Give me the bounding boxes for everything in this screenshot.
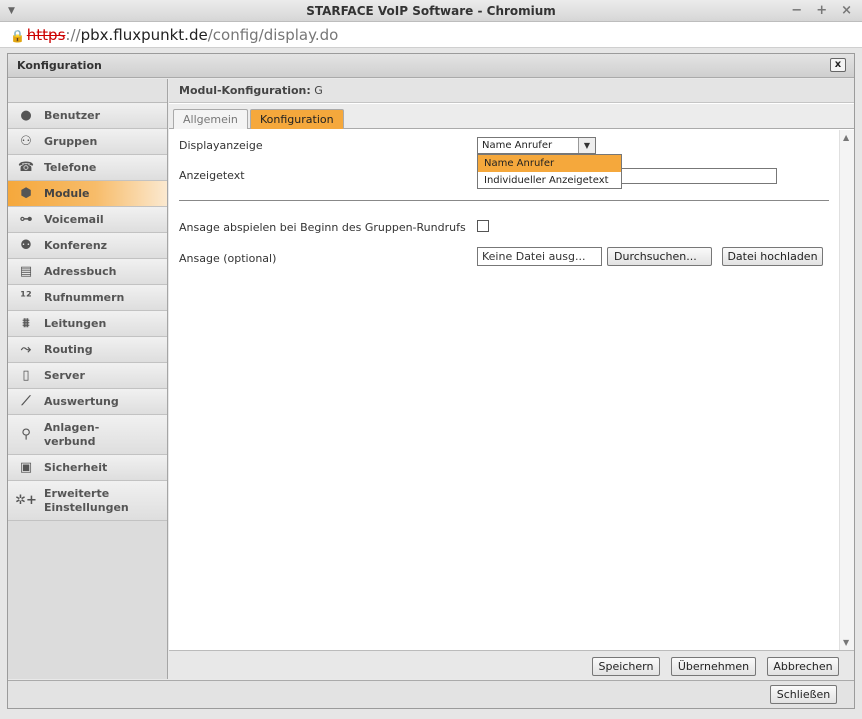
conference-icon: ⚉ [20,238,32,253]
url-path: /config/display.do [207,26,339,44]
url-separator: :// [65,26,81,44]
window-title: STARFACE VoIP Software - Chromium [306,4,556,18]
lock-icon: ▣ [19,460,33,475]
close-button[interactable]: Schließen [770,685,837,704]
announce-checkbox[interactable] [477,220,489,232]
addressbook-icon: ▤ [19,264,33,279]
text-label: Anzeigetext [179,169,245,182]
form-footer: Speichern Übernehmen Abbrechen [169,650,854,679]
user-icon: ● [20,108,32,123]
close-window-icon[interactable]: × [841,0,852,22]
voicemail-icon: ⊶ [19,212,33,227]
phone-icon: ☎ [17,160,35,175]
server-icon: ▯ [22,368,30,383]
divider [179,200,829,201]
window-menu-icon[interactable]: ▼ [8,0,15,22]
browse-button[interactable]: Durchsuchen... [607,247,712,266]
sidebar-item-module[interactable]: ⬢ Module [8,181,167,207]
sidebar-header [8,79,167,103]
optional-label: Ansage (optional) [179,252,277,265]
scroll-down-icon[interactable]: ▼ [843,638,849,647]
sidebar-item-rufnummern[interactable]: ¹² Rufnummern [8,285,167,311]
save-button[interactable]: Speichern [592,657,660,676]
configuration-dialog: Konfiguration x ● Benutzer ⚇ Gruppen ☎ T… [7,53,855,709]
display-label: Displayanzeige [179,139,263,152]
tab-allgemein[interactable]: Allgemein [173,109,248,129]
numbers-icon: ¹² [20,290,32,305]
sidebar-item-telefone[interactable]: ☎ Telefone [8,155,167,181]
module-label: Modul-Konfiguration: [179,84,311,97]
announce-label: Ansage abspielen bei Beginn des Gruppen-… [179,221,466,234]
dropdown-option-individueller-anzeigetext[interactable]: Individueller Anzeigetext [478,172,621,189]
address-bar[interactable]: 🔒 https://pbx.fluxpunkt.de/config/displa… [0,22,862,48]
settings-plus-icon: ✲+ [15,493,37,508]
sidebar-item-konferenz[interactable]: ⚉ Konferenz [8,233,167,259]
sidebar-item-routing[interactable]: ⤳ Routing [8,337,167,363]
sidebar-item-server[interactable]: ▯ Server [8,363,167,389]
dialog-close-button[interactable]: x [830,58,846,72]
sidebar-item-voicemail[interactable]: ⊶ Voicemail [8,207,167,233]
scroll-up-icon[interactable]: ▲ [843,133,849,142]
url-host: pbx.fluxpunkt.de [80,26,208,44]
display-select[interactable]: Name Anrufer ▼ [477,137,596,154]
cancel-button[interactable]: Abbrechen [767,657,839,676]
upload-button[interactable]: Datei hochladen [722,247,823,266]
module-name: G [314,84,323,97]
sidebar-item-erweiterte-einstellungen[interactable]: ✲+ Erweiterte Einstellungen [8,481,167,521]
url-protocol: https [26,26,66,44]
minimize-icon[interactable]: − [791,0,802,22]
sidebar-item-anlagenverbund[interactable]: ⚲ Anlagen- verbund [8,415,167,455]
form-content: Displayanzeige Name Anrufer ▼ Name Anruf… [169,130,839,650]
sidebar-item-adressbuch[interactable]: ▤ Adressbuch [8,259,167,285]
sidebar: ● Benutzer ⚇ Gruppen ☎ Telefone ⬢ Module… [8,79,168,679]
dialog-title: Konfiguration [17,59,102,72]
window-titlebar: ▼ STARFACE VoIP Software - Chromium − + … [0,0,862,22]
chart-icon: ⟋ [21,394,31,409]
sidebar-item-benutzer[interactable]: ● Benutzer [8,103,167,129]
apply-button[interactable]: Übernehmen [671,657,756,676]
display-select-value: Name Anrufer [482,140,553,151]
maximize-icon[interactable]: + [816,0,827,22]
sidebar-item-auswertung[interactable]: ⟋ Auswertung [8,389,167,415]
module-header: Modul-Konfiguration: G [169,79,854,103]
lines-icon: ⩩ [22,316,30,331]
module-icon: ⬢ [20,186,32,201]
dialog-header: Konfiguration x [8,54,854,78]
chevron-down-icon[interactable]: ▼ [578,138,595,153]
display-dropdown: Name Anrufer Individueller Anzeigetext [477,154,622,189]
network-icon: ⚲ [21,427,31,442]
group-icon: ⚇ [20,134,32,149]
vertical-scrollbar[interactable]: ▲ ▼ [839,130,854,650]
insecure-lock-icon[interactable]: 🔒 [10,23,25,49]
file-name-field: Keine Datei ausg... [477,247,602,266]
dialog-footer: Schließen [8,680,854,708]
sidebar-item-leitungen[interactable]: ⩩ Leitungen [8,311,167,337]
dropdown-option-name-anrufer[interactable]: Name Anrufer [478,155,621,172]
routing-icon: ⤳ [20,342,32,357]
sidebar-item-gruppen[interactable]: ⚇ Gruppen [8,129,167,155]
tab-konfiguration[interactable]: Konfiguration [250,109,344,129]
tab-bar: Allgemein Konfiguration [169,104,854,129]
main-panel: Modul-Konfiguration: G Allgemein Konfigu… [169,79,854,679]
sidebar-item-sicherheit[interactable]: ▣ Sicherheit [8,455,167,481]
